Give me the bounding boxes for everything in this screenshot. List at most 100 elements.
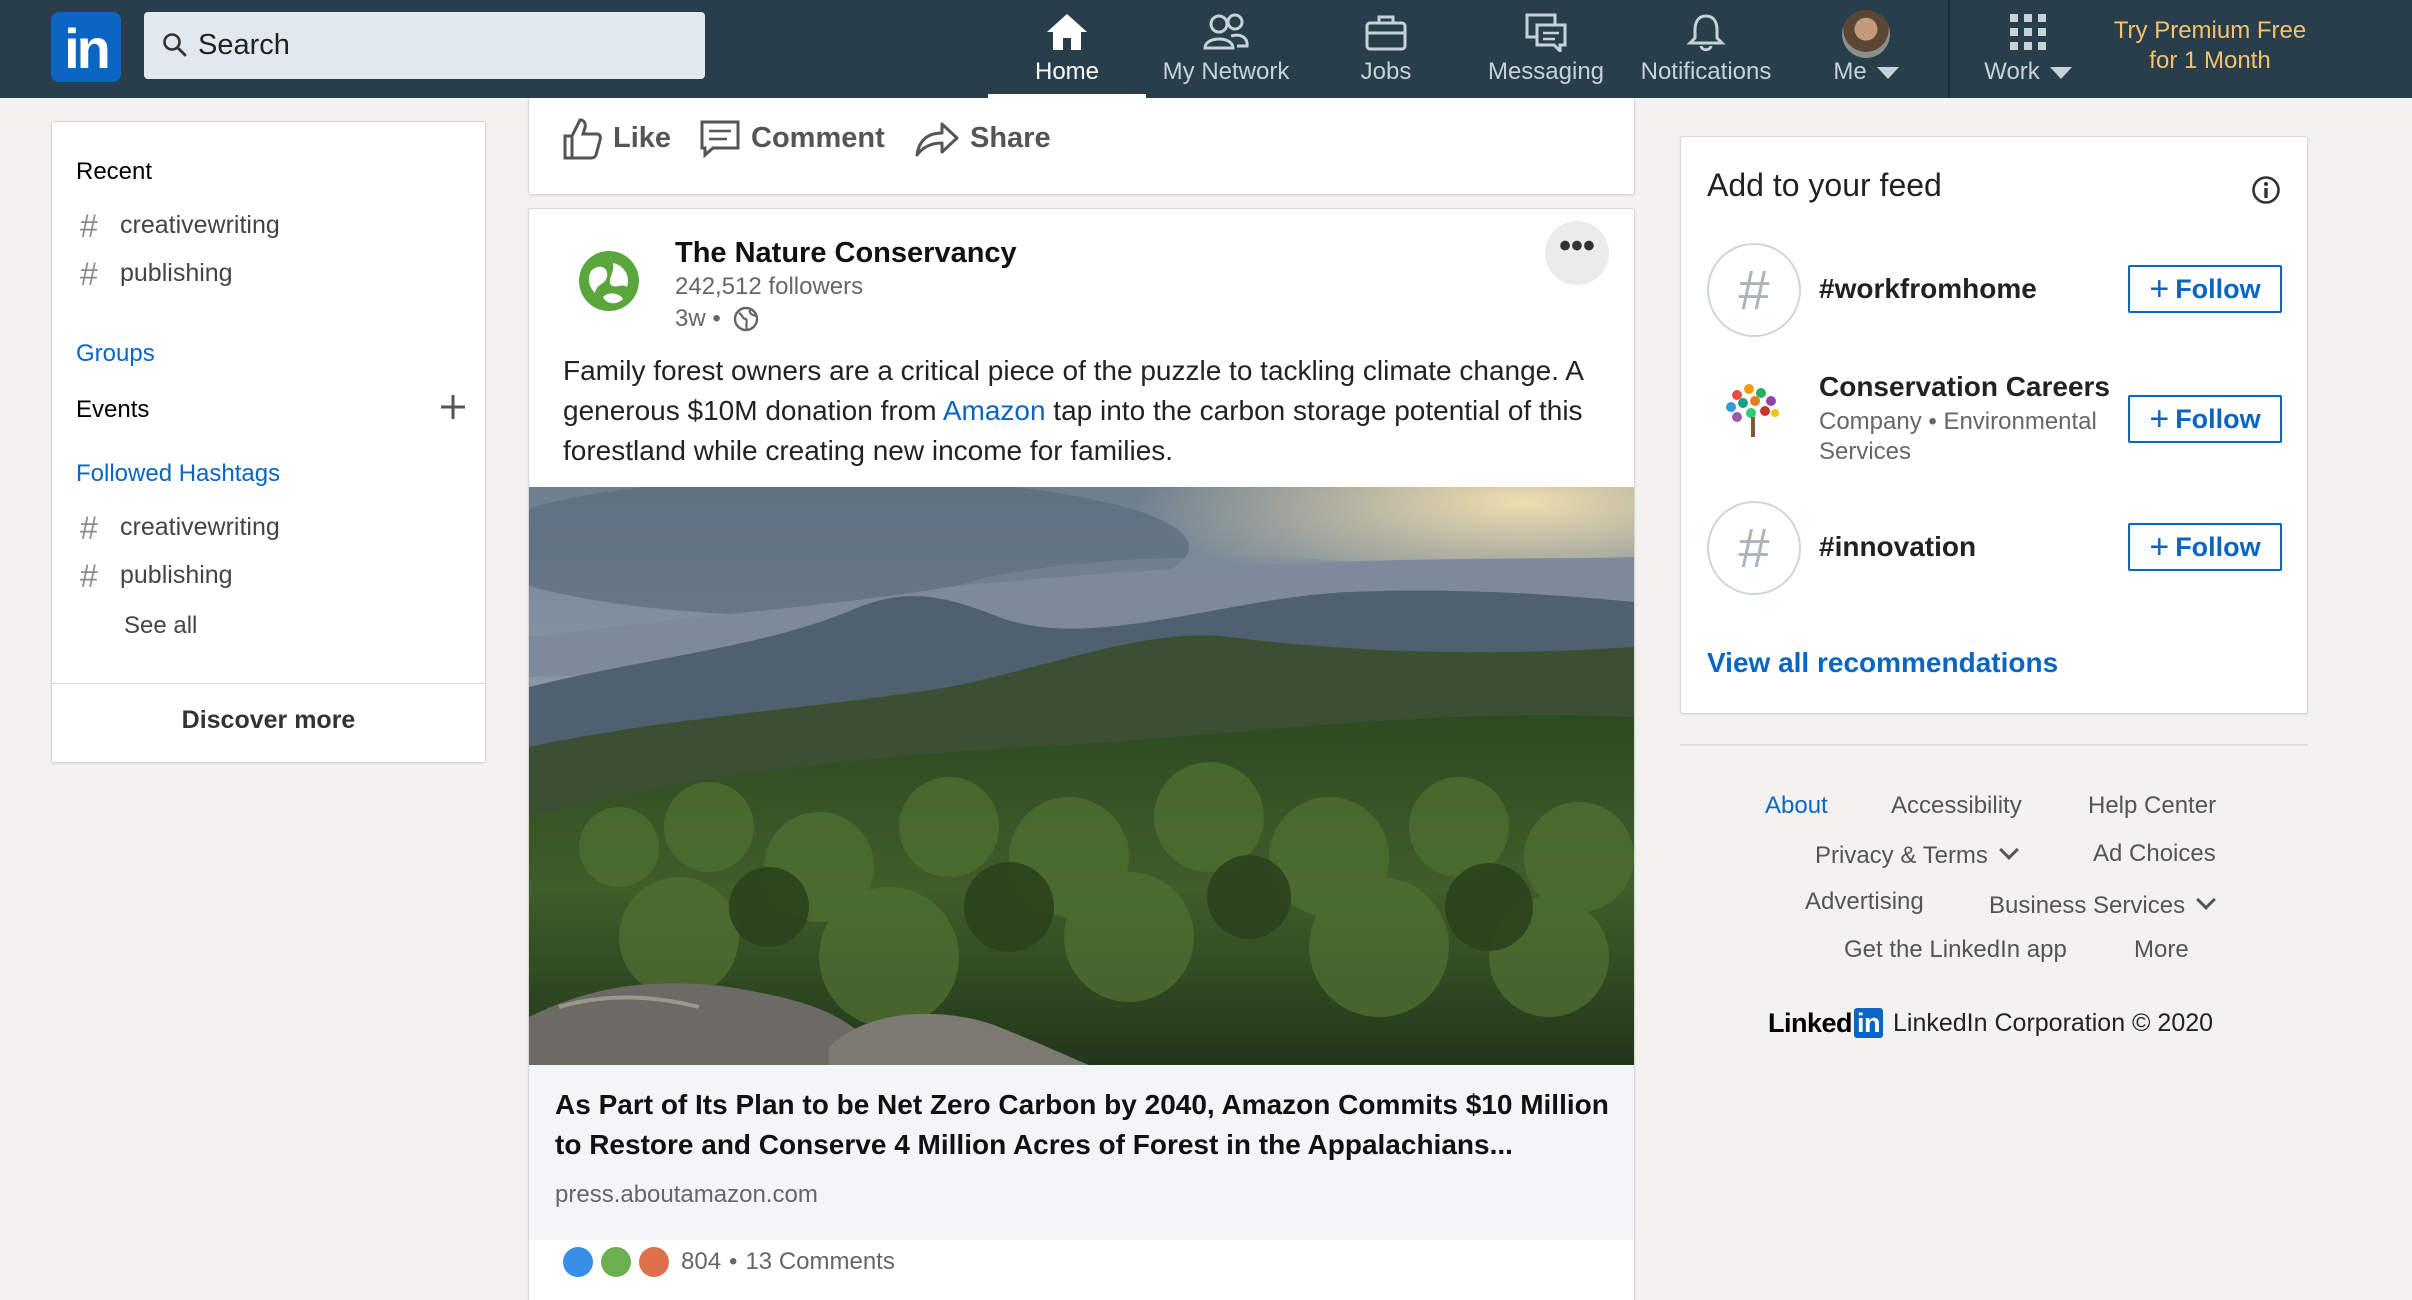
- rec-conservation-careers-name[interactable]: Conservation Careers: [1819, 371, 2110, 403]
- nav-work-text: Work: [1984, 58, 2040, 85]
- followed-item-label: creativewriting: [120, 513, 280, 542]
- info-icon[interactable]: [2251, 175, 2281, 205]
- chevron-down-icon: [1999, 840, 2019, 860]
- comment-label: Comment: [751, 121, 885, 154]
- love-reaction-icon: [639, 1247, 669, 1277]
- amazon-mention-link[interactable]: Amazon: [943, 395, 1046, 426]
- footer-accessibility-link[interactable]: Accessibility: [1891, 792, 2022, 820]
- like-label: Like: [613, 121, 672, 154]
- groups-link[interactable]: Groups: [76, 340, 155, 368]
- nature-conservancy-logo[interactable]: [577, 249, 641, 313]
- footer-business-services-link[interactable]: Business Services: [1989, 890, 2216, 920]
- linkedin-logo[interactable]: in: [51, 12, 121, 82]
- link-preview-domain: press.aboutamazon.com: [555, 1181, 818, 1208]
- nav-work[interactable]: Work: [1948, 0, 2108, 98]
- premium-line-2: for 1 Month: [2149, 47, 2271, 74]
- follow-label: Follow: [2175, 404, 2261, 434]
- footer-business-label: Business Services: [1989, 892, 2186, 919]
- follow-label: Follow: [2175, 532, 2261, 562]
- post-link-preview[interactable]: As Part of Its Plan to be Net Zero Carbo…: [529, 1065, 1634, 1240]
- nav-notifications-label: Notifications: [1640, 58, 1772, 85]
- recent-item-publishing[interactable]: # publishing: [80, 256, 233, 293]
- footer-privacy-label: Privacy & Terms: [1815, 842, 1988, 869]
- recent-item-creativewriting[interactable]: # creativewriting: [80, 208, 280, 245]
- followed-item-creativewriting[interactable]: # creativewriting: [80, 510, 280, 547]
- footer-advertising-link[interactable]: Advertising: [1805, 888, 1924, 916]
- post-image-forest[interactable]: [529, 487, 1634, 1065]
- celebrate-reaction-icon: [601, 1247, 631, 1277]
- hashtag-avatar[interactable]: #: [1707, 243, 1801, 337]
- post-author-name[interactable]: The Nature Conservancy: [675, 237, 1017, 270]
- follow-workfromhome-button[interactable]: + Follow: [2128, 265, 2282, 313]
- footer-help-center-link[interactable]: Help Center: [2088, 792, 2216, 820]
- comment-button[interactable]: Comment: [699, 98, 885, 178]
- search-box[interactable]: [144, 12, 705, 79]
- comment-icon: [700, 120, 740, 158]
- chevron-down-icon: [1876, 66, 1899, 79]
- hashtag-icon: #: [80, 208, 98, 244]
- wordmark-text: Linked: [1768, 1008, 1853, 1038]
- bell-icon: [1686, 14, 1726, 52]
- hashtag-icon: #: [80, 510, 98, 546]
- search-input[interactable]: [198, 12, 678, 79]
- home-icon: [1047, 14, 1087, 50]
- footer-about-link[interactable]: About: [1765, 792, 1828, 820]
- search-icon: [163, 33, 187, 57]
- grid-icon: [2010, 14, 2046, 50]
- nav-messaging-label: Messaging: [1487, 58, 1605, 85]
- discover-more-button[interactable]: Discover more: [52, 706, 485, 735]
- follow-conservation-careers-button[interactable]: + Follow: [2128, 395, 2282, 443]
- nav-my-network[interactable]: My Network: [1146, 0, 1306, 98]
- follow-label: Follow: [2175, 274, 2261, 304]
- nav-home-label: Home: [1034, 58, 1100, 85]
- add-to-feed-title: Add to your feed: [1707, 167, 1942, 203]
- footer-ad-choices-link[interactable]: Ad Choices: [2093, 840, 2216, 868]
- share-icon: [915, 122, 959, 157]
- conservation-careers-logo[interactable]: [1707, 373, 1801, 467]
- add-event-icon[interactable]: [440, 394, 466, 420]
- nav-work-label: Work: [1948, 58, 2108, 86]
- premium-link[interactable]: Try Premium Free for 1 Month: [2090, 16, 2330, 76]
- like-button[interactable]: Like: [561, 98, 671, 178]
- footer-privacy-terms-link[interactable]: Privacy & Terms: [1815, 840, 2019, 870]
- rec-workfromhome-name[interactable]: #workfromhome: [1819, 273, 2037, 305]
- wordmark-in-box: in: [1854, 1008, 1884, 1038]
- nav-my-network-label: My Network: [1162, 58, 1290, 85]
- footer-more-link[interactable]: More: [2134, 936, 2189, 964]
- comments-count[interactable]: 13 Comments: [745, 1248, 894, 1276]
- network-icon: [1203, 13, 1249, 50]
- post-time-text: 3w •: [675, 305, 721, 332]
- plus-icon: +: [2149, 400, 2170, 438]
- events-link[interactable]: Events: [76, 396, 149, 424]
- avatar: [1842, 10, 1890, 58]
- divider: [52, 683, 485, 684]
- footer-copyright: Linked in LinkedIn Corporation © 2020: [1768, 1008, 2213, 1039]
- nav-home[interactable]: Home: [988, 0, 1146, 98]
- hashtag-icon: #: [80, 256, 98, 292]
- view-all-recommendations-link[interactable]: View all recommendations: [1707, 647, 2058, 679]
- nav-messaging[interactable]: Messaging: [1466, 0, 1626, 98]
- footer-get-app-link[interactable]: Get the LinkedIn app: [1844, 936, 2067, 964]
- hashtag-avatar[interactable]: #: [1707, 501, 1801, 595]
- share-button[interactable]: Share: [914, 98, 1051, 178]
- nav-notifications[interactable]: Notifications: [1626, 0, 1786, 98]
- post-body-text: Family forest owners are a critical piec…: [563, 351, 1613, 471]
- share-label: Share: [970, 121, 1051, 154]
- follow-innovation-button[interactable]: + Follow: [2128, 523, 2282, 571]
- nav-me[interactable]: Me: [1786, 0, 1946, 98]
- nav-me-label: Me: [1786, 58, 1946, 86]
- followed-hashtags-link[interactable]: Followed Hashtags: [76, 460, 280, 488]
- premium-line-1: Try Premium Free: [2113, 17, 2307, 44]
- link-preview-title[interactable]: As Part of Its Plan to be Net Zero Carbo…: [555, 1085, 1615, 1165]
- nav-jobs[interactable]: Jobs: [1306, 0, 1466, 98]
- rec-innovation-name[interactable]: #innovation: [1819, 531, 1976, 563]
- separator-dot: •: [729, 1248, 738, 1275]
- see-all-link[interactable]: See all: [124, 612, 197, 640]
- briefcase-icon: [1365, 15, 1407, 51]
- followed-item-publishing[interactable]: # publishing: [80, 558, 233, 595]
- post-more-options-button[interactable]: •••: [1545, 221, 1609, 285]
- reactions-count[interactable]: 804: [681, 1248, 721, 1276]
- plus-icon: +: [2149, 528, 2170, 566]
- post-social-counts[interactable]: 804 • 13 Comments: [563, 1247, 895, 1277]
- copyright-text: LinkedIn Corporation © 2020: [1893, 1009, 2214, 1037]
